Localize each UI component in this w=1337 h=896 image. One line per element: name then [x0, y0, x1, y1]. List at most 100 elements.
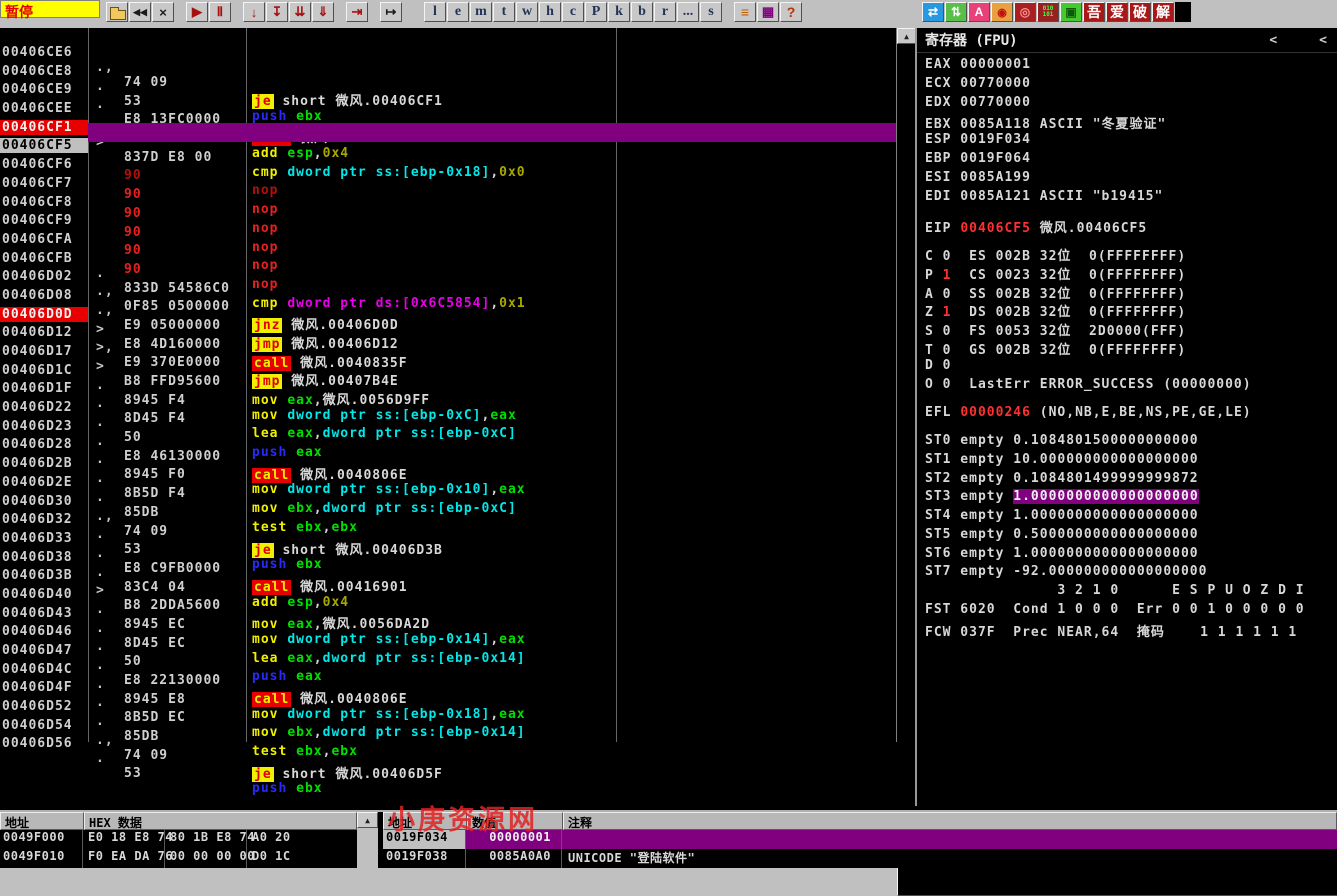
- go-to-address-button[interactable]: ↦: [380, 2, 402, 22]
- register-row[interactable]: ST5 empty 0.5000000000000000000: [925, 527, 1337, 546]
- disasm-scrollbar[interactable]: ▲ ▼: [896, 28, 916, 742]
- register-row[interactable]: D 0: [925, 358, 1337, 377]
- register-row[interactable]: EBP 0019F064: [925, 151, 1337, 170]
- disasm-address[interactable]: 00406D56: [2, 736, 86, 751]
- plugin-jie-button[interactable]: 解: [1152, 2, 1174, 22]
- register-row[interactable]: EDX 00770000: [925, 95, 1337, 114]
- disasm-row[interactable]: 00406D08 ., E9 05000000 jmp 微风.00406D12: [0, 273, 896, 292]
- disasm-row[interactable]: 00406CF1 > 837D E8 00 cmp dword ptr ss:[…: [0, 105, 896, 124]
- disasm-row[interactable]: 00406CF9 90 nop: [0, 198, 896, 217]
- register-row[interactable]: EDI 0085A121 ASCII "b19415": [925, 189, 1337, 208]
- windows-list-button[interactable]: ▦: [757, 2, 779, 22]
- disasm-row[interactable]: 00406D46 . 50 push eax: [0, 609, 896, 628]
- disasm-row[interactable]: 00406CFB . 833D 54586C0 cmp dword ptr ds…: [0, 236, 896, 255]
- register-row[interactable]: [925, 424, 1337, 433]
- cpu-window-button[interactable]: c: [562, 2, 584, 22]
- register-row[interactable]: ST7 empty -92.000000000000000000: [925, 564, 1337, 583]
- run-button[interactable]: ▶: [186, 2, 208, 22]
- disasm-row[interactable]: 00406D30 ., 74 09 je short 微风.00406D3B: [0, 479, 896, 498]
- register-row[interactable]: ESI 0085A199: [925, 170, 1337, 189]
- stack-panel[interactable]: 地址 数值 注释 0019F034 00000001 0019F038 0085…: [383, 812, 1337, 868]
- register-row[interactable]: EAX 00000001: [925, 57, 1337, 76]
- plugin-a-button[interactable]: A: [968, 2, 990, 22]
- disasm-row[interactable]: 00406CE9 . E8 13FC0000 call 微风.00416901: [0, 67, 896, 86]
- disasm-row[interactable]: 00406D4F . 8B5D EC mov ebx,dword ptr ss:…: [0, 665, 896, 684]
- call-stack-button[interactable]: k: [608, 2, 630, 22]
- animate-into-button[interactable]: ⇊: [289, 2, 311, 22]
- disasm-row[interactable]: 00406D4C . 8945 E8 mov dword ptr ss:[ebp…: [0, 647, 896, 666]
- plugin-monitor-button[interactable]: ▣: [1060, 2, 1082, 22]
- disasm-row[interactable]: 00406D1F . 8D45 F4 lea eax,dword ptr ss:…: [0, 366, 896, 385]
- register-row[interactable]: ST2 empty 0.1084801499999999872: [925, 471, 1337, 490]
- open-file-button[interactable]: [106, 2, 128, 22]
- disasm-row[interactable]: 00406D12 >, E9 370E0000 jmp 微风.00407B4E: [0, 310, 896, 329]
- windows-button[interactable]: w: [516, 2, 538, 22]
- dump-hex-header[interactable]: HEX 数据: [84, 812, 357, 830]
- disasm-row[interactable]: 00406D1C . 8945 F4 mov dword ptr ss:[ebp…: [0, 348, 896, 367]
- disasm-row[interactable]: 00406CF8 90 nop: [0, 180, 896, 199]
- plugin-target-button[interactable]: ◉: [991, 2, 1013, 22]
- animate-over-button[interactable]: ⇓: [312, 2, 334, 22]
- dump-row[interactable]: 0049F000 E0 18 E8 7480 1B E8 74A0 20: [0, 830, 357, 849]
- scroll-up-icon[interactable]: ▲: [897, 28, 916, 44]
- executables-button[interactable]: e: [447, 2, 469, 22]
- register-row[interactable]: Z 1 DS 002B 32位 0(FFFFFFFF): [925, 301, 1337, 320]
- disassembly-panel[interactable]: 00406CE6 ., 74 09 je short 微风.00406CF1 0…: [0, 28, 896, 810]
- register-row[interactable]: 3 2 1 0 E S P U O Z D I: [925, 583, 1337, 602]
- register-row[interactable]: ST4 empty 1.0000000000000000000: [925, 508, 1337, 527]
- register-row[interactable]: FCW 037F Prec NEAR,64 掩码 1 1 1 1 1 1: [925, 621, 1337, 640]
- disasm-row[interactable]: 00406D40 . 8945 EC mov dword ptr ss:[ebp…: [0, 572, 896, 591]
- disasm-row[interactable]: 00406CE8 . 53 push ebx: [0, 49, 896, 68]
- references-button[interactable]: r: [654, 2, 676, 22]
- restart-button[interactable]: ◀◀: [129, 2, 151, 22]
- handles-button[interactable]: h: [539, 2, 561, 22]
- patches-button[interactable]: P: [585, 2, 607, 22]
- disasm-row[interactable]: 00406D52 . 85DB test ebx,ebx: [0, 684, 896, 703]
- register-row[interactable]: O 0 LastErr ERROR_SUCCESS (00000000): [925, 377, 1337, 396]
- disasm-row[interactable]: 00406D0D > E8 4D160000 call 微风.0040835F: [0, 292, 896, 311]
- stack-value-header[interactable]: 数值: [467, 812, 563, 830]
- register-row[interactable]: [925, 236, 1337, 245]
- step-into-button[interactable]: ↓: [243, 2, 265, 22]
- plugin-ai-button[interactable]: 爱: [1106, 2, 1128, 22]
- stack-address-header[interactable]: 地址: [383, 812, 467, 830]
- breakpoints-button[interactable]: b: [631, 2, 653, 22]
- disasm-row[interactable]: 00406D38 . 83C4 04 add esp,0x4: [0, 535, 896, 554]
- source-button[interactable]: s: [700, 2, 722, 22]
- stack-row[interactable]: 0019F038 0085A0A0 UNICODE "登陆软件": [383, 849, 1337, 868]
- disasm-row[interactable]: 00406CF7 90 nop: [0, 161, 896, 180]
- disasm-row[interactable]: 00406D43 . 8D45 EC lea eax,dword ptr ss:…: [0, 591, 896, 610]
- register-row[interactable]: ESP 0019F034: [925, 132, 1337, 151]
- disasm-row[interactable]: 00406D23 . E8 46130000 call 微风.0040806E: [0, 404, 896, 423]
- register-row[interactable]: FST 6020 Cond 1 0 0 0 Err 0 0 1 0 0 0 0 …: [925, 602, 1337, 621]
- disasm-row[interactable]: 00406D32 . 53 push ebx: [0, 497, 896, 516]
- register-row[interactable]: EBX 0085A118 ASCII "冬夏验证": [925, 113, 1337, 132]
- help-button[interactable]: ?: [780, 2, 802, 22]
- disasm-row[interactable]: 00406CE6 ., 74 09 je short 微风.00406CF1: [0, 30, 896, 49]
- register-row[interactable]: A 0 SS 002B 32位 0(FFFFFFFF): [925, 283, 1337, 302]
- disasm-row[interactable]: 00406CFA 90 nop: [0, 217, 896, 236]
- stack-row[interactable]: 0019F034 00000001: [383, 830, 1337, 849]
- disasm-row[interactable]: 00406D3B > B8 2DDA5600 mov eax,微风.0056DA…: [0, 553, 896, 572]
- register-row[interactable]: ST1 empty 10.000000000000000000: [925, 452, 1337, 471]
- disasm-row[interactable]: 00406D17 > B8 FFD95600 mov eax,微风.0056D9…: [0, 329, 896, 348]
- pause-button[interactable]: Ⅱ: [209, 2, 231, 22]
- disasm-row[interactable]: 00406D33 . E8 C9FB0000 call 微风.00416901: [0, 516, 896, 535]
- step-over-button[interactable]: ↧: [266, 2, 288, 22]
- register-row[interactable]: ST0 empty 0.1084801500000000000: [925, 433, 1337, 452]
- register-row[interactable]: [925, 395, 1337, 404]
- register-row[interactable]: P 1 CS 0023 32位 0(FFFFFFFF): [925, 264, 1337, 283]
- plugin-scope-button[interactable]: ◎: [1014, 2, 1036, 22]
- disasm-row[interactable]: 00406CF5 90 nop: [0, 123, 896, 142]
- register-row[interactable]: EIP 00406CF5 微风.00406CF5: [925, 217, 1337, 236]
- threads-button[interactable]: t: [493, 2, 515, 22]
- memory-map-button[interactable]: m: [470, 2, 492, 22]
- collapse-icon[interactable]: <: [1269, 33, 1277, 48]
- register-row[interactable]: S 0 FS 0053 32位 2D0000(FFF): [925, 320, 1337, 339]
- plugin-updown-button[interactable]: ⇅: [945, 2, 967, 22]
- plugin-swap-button[interactable]: ⇄: [922, 2, 944, 22]
- execute-till-return-button[interactable]: ⇥: [346, 2, 368, 22]
- disasm-row[interactable]: 00406D02 ., 0F85 0500000 jnz 微风.00406D0D: [0, 254, 896, 273]
- disasm-row[interactable]: 00406D47 . E8 22130000 call 微风.0040806E: [0, 628, 896, 647]
- stack-comment-header[interactable]: 注释: [563, 812, 1337, 830]
